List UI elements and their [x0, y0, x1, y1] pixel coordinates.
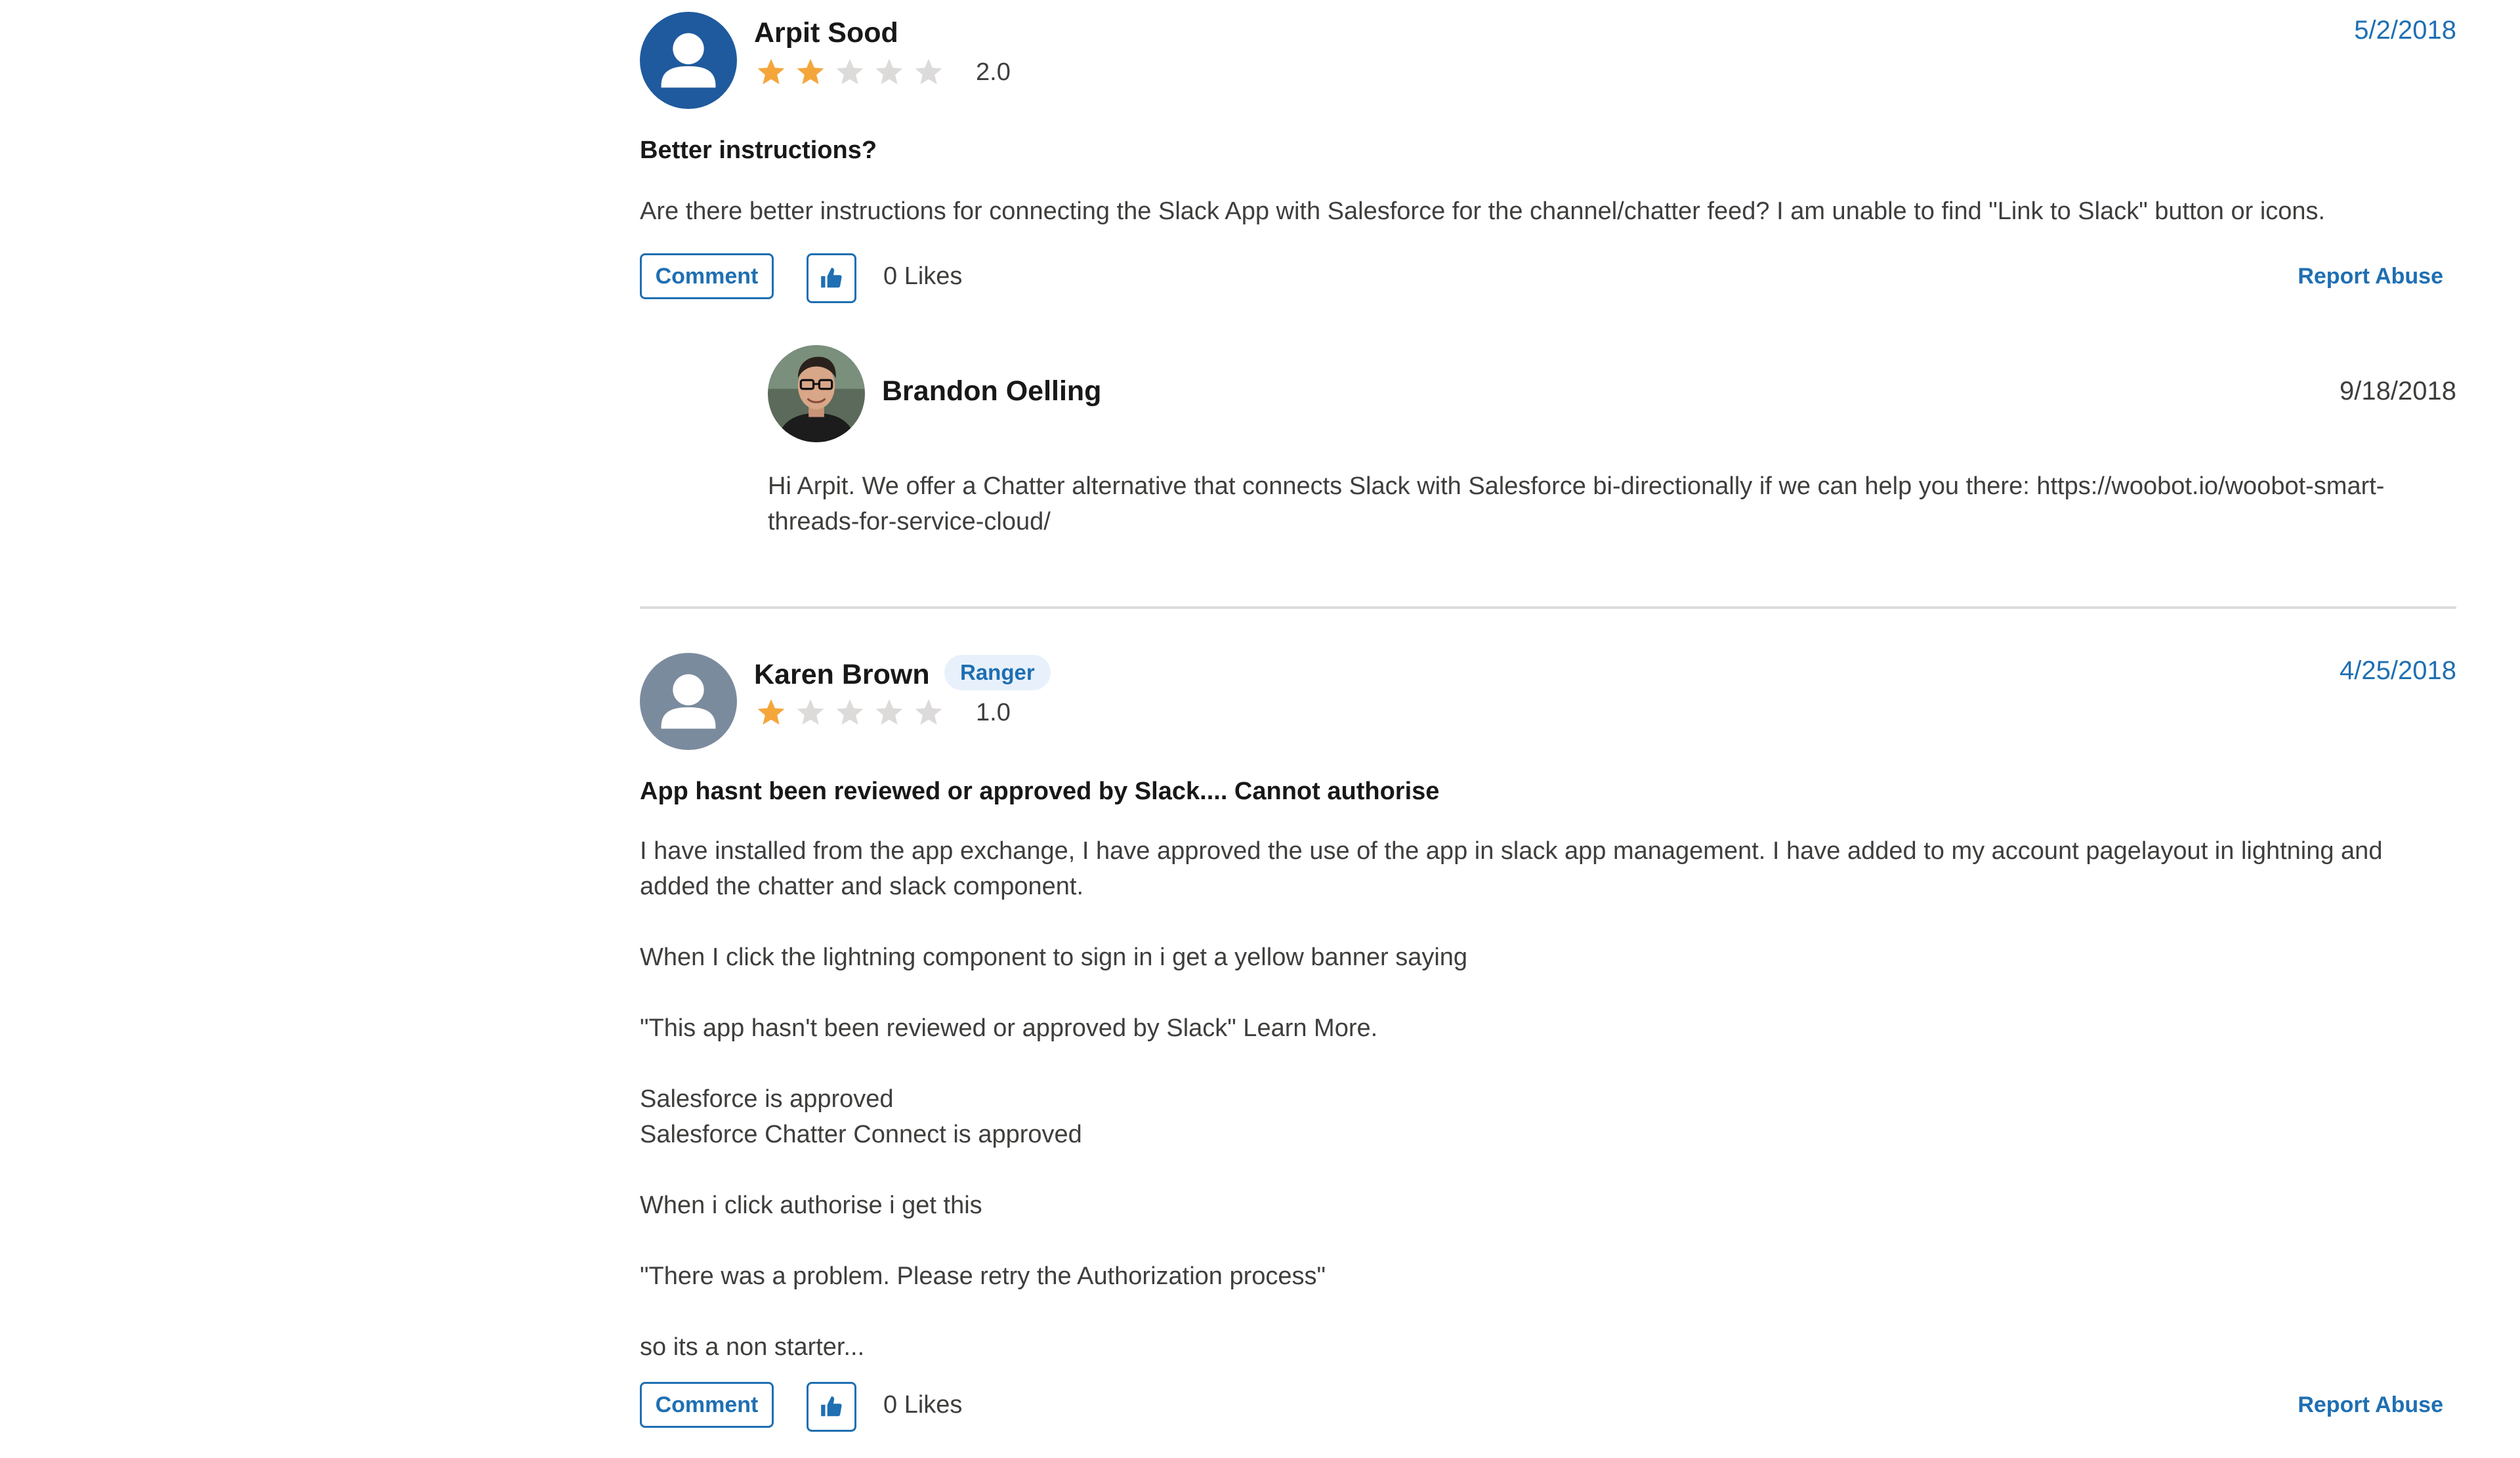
star-2-icon	[795, 697, 826, 728]
star-2-icon	[795, 56, 826, 88]
review-item: Arpit Sood 2.0 5/2/2018 Better instructi…	[640, 0, 2456, 606]
review-body: Are there better instructions for connec…	[640, 194, 2456, 229]
star-3-icon	[834, 56, 866, 88]
reply-body: Hi Arpit. We offer a Chatter alternative…	[768, 469, 2404, 539]
review-paragraph: "There was a problem. Please retry the A…	[640, 1262, 1326, 1290]
star-3-icon	[834, 697, 866, 728]
like-button[interactable]	[807, 253, 856, 303]
review-actions: Comment 0 Likes Report Abuse	[640, 1382, 2456, 1432]
review-paragraph: I have installed from the app exchange, …	[640, 837, 2383, 900]
ranger-badge: Ranger	[944, 655, 1051, 690]
user-avatar-icon[interactable]	[640, 12, 737, 109]
reviews-list: Arpit Sood 2.0 5/2/2018 Better instructi…	[640, 0, 2456, 1455]
review-date[interactable]: 5/2/2018	[2354, 16, 2456, 45]
like-button[interactable]	[807, 1382, 856, 1432]
reply-author[interactable]: Brandon Oelling	[882, 375, 1101, 407]
comment-button[interactable]: Comment	[640, 253, 774, 299]
review-paragraph: Are there better instructions for connec…	[640, 198, 2326, 225]
review-body: I have installed from the app exchange, …	[640, 833, 2456, 1365]
star-rating: 2.0	[755, 56, 1011, 88]
review-paragraph: "This app hasn't been reviewed or approv…	[640, 1014, 1378, 1042]
star-4-icon	[873, 697, 905, 728]
reply-paragraph: Hi Arpit. We offer a Chatter alternative…	[768, 472, 2385, 535]
star-rating: 1.0	[755, 697, 1011, 728]
review-actions: Comment 0 Likes Report Abuse	[640, 253, 2456, 303]
star-1-icon	[755, 56, 787, 88]
review-paragraph: Salesforce Chatter Connect is approved	[640, 1121, 1082, 1148]
thumbs-up-icon	[821, 268, 842, 288]
review-item: Karen Brown Ranger 1.0 4/25/2018 App has…	[640, 609, 2456, 1455]
review-date[interactable]: 4/25/2018	[2340, 656, 2456, 686]
user-avatar-icon[interactable]	[640, 653, 737, 750]
comment-button[interactable]: Comment	[640, 1382, 774, 1428]
rating-value: 1.0	[976, 698, 1011, 726]
review-reply: Brandon Oelling 9/18/2018 Hi Arpit. We o…	[768, 345, 2456, 562]
report-abuse-link[interactable]: Report Abuse	[2298, 264, 2443, 289]
review-paragraph: so its a non starter...	[640, 1333, 865, 1361]
review-paragraph: When i click authorise i get this	[640, 1192, 982, 1219]
rating-value: 2.0	[976, 58, 1011, 86]
star-4-icon	[873, 56, 905, 88]
likes-count: 0 Likes	[883, 1391, 963, 1419]
star-1-icon	[755, 697, 787, 728]
review-title: Better instructions?	[640, 136, 877, 164]
reply-date: 9/18/2018	[2340, 377, 2456, 406]
likes-count: 0 Likes	[883, 262, 963, 290]
review-title: App hasnt been reviewed or approved by S…	[640, 778, 1440, 805]
report-abuse-link[interactable]: Report Abuse	[2298, 1392, 2443, 1418]
reply-author-avatar[interactable]	[768, 345, 865, 442]
review-author[interactable]: Karen Brown	[754, 659, 930, 691]
review-author[interactable]: Arpit Sood	[754, 17, 898, 49]
thumbs-up-icon	[821, 1396, 842, 1417]
star-5-icon	[913, 56, 944, 88]
star-5-icon	[913, 697, 944, 728]
review-paragraph: Salesforce is approved	[640, 1085, 894, 1113]
review-paragraph: When I click the lightning component to …	[640, 944, 1468, 971]
